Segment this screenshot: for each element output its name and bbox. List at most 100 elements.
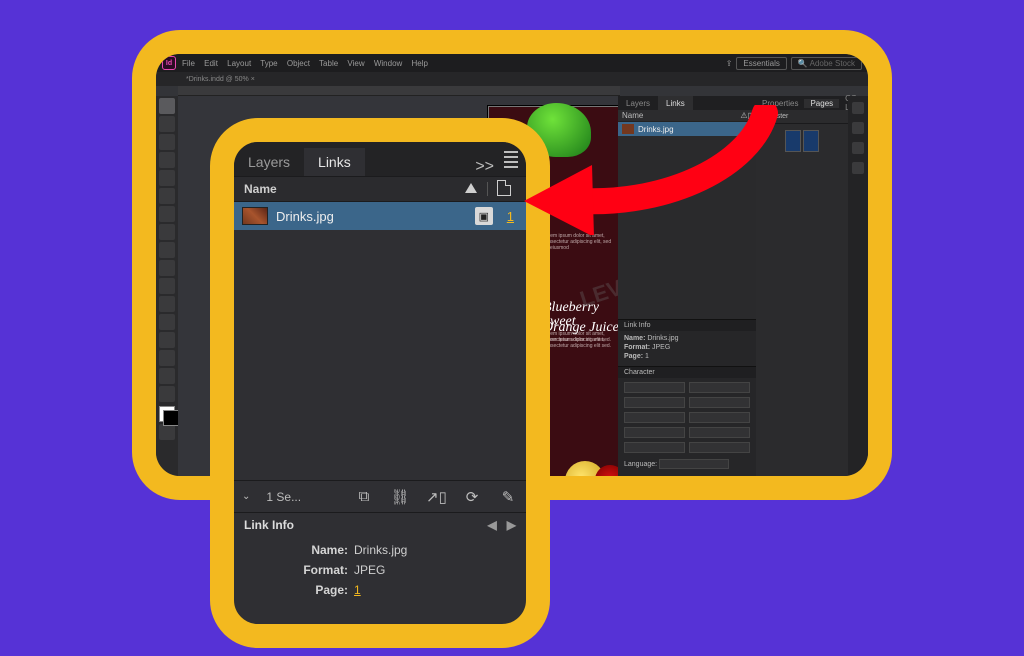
update-link-icon[interactable]: ⟳ bbox=[462, 488, 482, 506]
relink-cc-icon[interactable]: ⧉ bbox=[354, 488, 374, 505]
direct-selection-tool-icon[interactable] bbox=[159, 116, 175, 132]
col-status-warning-icon[interactable] bbox=[459, 182, 483, 196]
swatches-panel-icon[interactable] bbox=[852, 122, 864, 134]
document-tab[interactable]: *Drinks.indd @ 50% × bbox=[186, 76, 255, 83]
collapsed-panels-strip[interactable] bbox=[848, 96, 868, 476]
links-footer-bar: ⌄ 1 Se... ⧉ ⛓ ↗▯ ⟳ ✎ bbox=[234, 480, 526, 512]
kerning-field[interactable] bbox=[624, 412, 685, 423]
screen-mode-icon[interactable] bbox=[159, 424, 175, 440]
links-list-body bbox=[234, 230, 526, 480]
selected-count: 1 Se... bbox=[266, 490, 301, 504]
font-style-field[interactable] bbox=[689, 382, 750, 393]
character-panel[interactable]: Character Language: bbox=[618, 366, 756, 476]
document-tabs[interactable]: *Drinks.indd @ 50% × bbox=[156, 72, 868, 86]
menu-window[interactable]: Window bbox=[374, 59, 402, 68]
prev-link-icon[interactable]: ◀ bbox=[488, 518, 497, 532]
menu-table[interactable]: Table bbox=[319, 59, 338, 68]
note-tool-icon[interactable] bbox=[159, 332, 175, 348]
selection-tool-icon[interactable] bbox=[159, 98, 175, 114]
mini-col-name: Name bbox=[622, 111, 643, 120]
menu-layout[interactable]: Layout bbox=[227, 59, 251, 68]
mini-link-row[interactable]: Drinks.jpg 1 bbox=[618, 122, 756, 136]
scissors-tool-icon[interactable] bbox=[159, 278, 175, 294]
language-field[interactable] bbox=[659, 459, 729, 469]
menu-view[interactable]: View bbox=[347, 59, 364, 68]
mini-tab-links[interactable]: Links bbox=[658, 96, 693, 110]
gradient-tool-icon[interactable] bbox=[159, 314, 175, 330]
mini-link-filename: Drinks.jpg bbox=[638, 125, 674, 134]
tools-panel[interactable] bbox=[156, 96, 178, 476]
baseline-field[interactable] bbox=[624, 442, 685, 453]
info-page[interactable]: 1 bbox=[354, 583, 361, 597]
workspace-switcher[interactable]: Essentials bbox=[736, 57, 786, 70]
collapse-panel-icon[interactable]: >> bbox=[465, 158, 504, 176]
share-icon[interactable]: ⇪ bbox=[726, 59, 733, 68]
tab-pages[interactable]: Pages bbox=[804, 99, 839, 108]
pen-tool-icon[interactable] bbox=[159, 206, 175, 222]
fill-stroke-swatch-icon[interactable] bbox=[159, 406, 175, 422]
type-tool-icon[interactable] bbox=[159, 170, 175, 186]
relink-icon[interactable]: ⛓ bbox=[390, 488, 410, 506]
rectangle-tool-icon[interactable] bbox=[159, 260, 175, 276]
rectangle-frame-tool-icon[interactable] bbox=[159, 242, 175, 258]
pencil-tool-icon[interactable] bbox=[159, 224, 175, 240]
gap-tool-icon[interactable] bbox=[159, 152, 175, 168]
skew-field[interactable] bbox=[689, 442, 750, 453]
pages-panel-body[interactable] bbox=[756, 124, 848, 476]
free-transform-tool-icon[interactable] bbox=[159, 296, 175, 312]
zoom-tool-icon[interactable] bbox=[159, 386, 175, 402]
col-page-icon[interactable] bbox=[492, 180, 516, 199]
leading-field[interactable] bbox=[689, 397, 750, 408]
indesign-logo-icon: Id bbox=[162, 56, 176, 70]
menu-file[interactable]: File bbox=[182, 59, 195, 68]
links-panel: Layers Links >> Name Drinks.jpg ▣ 1 ⌄ 1 … bbox=[210, 118, 550, 648]
edit-original-icon[interactable]: ✎ bbox=[498, 488, 518, 506]
hand-tool-icon[interactable] bbox=[159, 368, 175, 384]
font-family-field[interactable] bbox=[624, 382, 685, 393]
gradient-panel-icon[interactable] bbox=[852, 162, 864, 174]
right-panels: Layers Links Name⚠▯ Drinks.jpg 1 Link In… bbox=[618, 96, 868, 476]
link-row[interactable]: Drinks.jpg ▣ 1 bbox=[234, 202, 526, 230]
page-thumb-2[interactable] bbox=[803, 130, 819, 152]
link-info-header[interactable]: Link Info ◀ ▶ bbox=[234, 512, 526, 536]
menu-help[interactable]: Help bbox=[412, 59, 428, 68]
character-panel-header: Character bbox=[618, 367, 756, 378]
menu-object[interactable]: Object bbox=[287, 59, 310, 68]
column-divider bbox=[487, 182, 488, 196]
tab-links[interactable]: Links bbox=[304, 148, 365, 176]
next-link-icon[interactable]: ▶ bbox=[507, 518, 516, 532]
hscale-field[interactable] bbox=[689, 427, 750, 438]
link-filename: Drinks.jpg bbox=[276, 209, 334, 224]
link-page-number[interactable]: 1 bbox=[507, 209, 514, 224]
go-to-link-icon[interactable]: ↗▯ bbox=[426, 488, 446, 506]
expand-caret-icon[interactable]: ⌄ bbox=[242, 491, 250, 502]
mini-tab-layers[interactable]: Layers bbox=[618, 96, 658, 110]
pages-panel-tabs[interactable]: Properties Pages CC Libraries bbox=[756, 96, 848, 110]
app-menubar: Id File Edit Layout Type Object Table Vi… bbox=[156, 54, 868, 72]
links-panel-tabs-mini[interactable]: Layers Links bbox=[618, 96, 756, 110]
main-menu[interactable]: File Edit Layout Type Object Table View … bbox=[182, 59, 435, 68]
page-thumb-1[interactable] bbox=[785, 130, 801, 152]
info-format: JPEG bbox=[354, 563, 385, 577]
stock-search[interactable]: 🔍 Adobe Stock bbox=[791, 57, 862, 70]
links-header-row[interactable]: Name bbox=[234, 176, 526, 202]
stroke-panel-icon[interactable] bbox=[852, 142, 864, 154]
line-tool-icon[interactable] bbox=[159, 188, 175, 204]
font-size-field[interactable] bbox=[624, 397, 685, 408]
links-panel-tabs[interactable]: Layers Links >> bbox=[234, 142, 526, 176]
tab-properties[interactable]: Properties bbox=[756, 99, 804, 108]
info-name: Drinks.jpg bbox=[354, 543, 407, 557]
col-name[interactable]: Name bbox=[244, 182, 277, 196]
master-page-label[interactable]: A-Master bbox=[756, 110, 848, 124]
vscale-field[interactable] bbox=[624, 427, 685, 438]
mini-links-header: Name⚠▯ bbox=[618, 110, 756, 122]
menu-edit[interactable]: Edit bbox=[204, 59, 218, 68]
color-panel-icon[interactable] bbox=[852, 102, 864, 114]
tracking-field[interactable] bbox=[689, 412, 750, 423]
page-tool-icon[interactable] bbox=[159, 134, 175, 150]
mini-link-page[interactable]: 1 bbox=[748, 125, 752, 134]
menu-type[interactable]: Type bbox=[260, 59, 277, 68]
tab-layers[interactable]: Layers bbox=[234, 148, 304, 176]
eyedropper-tool-icon[interactable] bbox=[159, 350, 175, 366]
panel-menu-icon[interactable] bbox=[504, 143, 526, 176]
